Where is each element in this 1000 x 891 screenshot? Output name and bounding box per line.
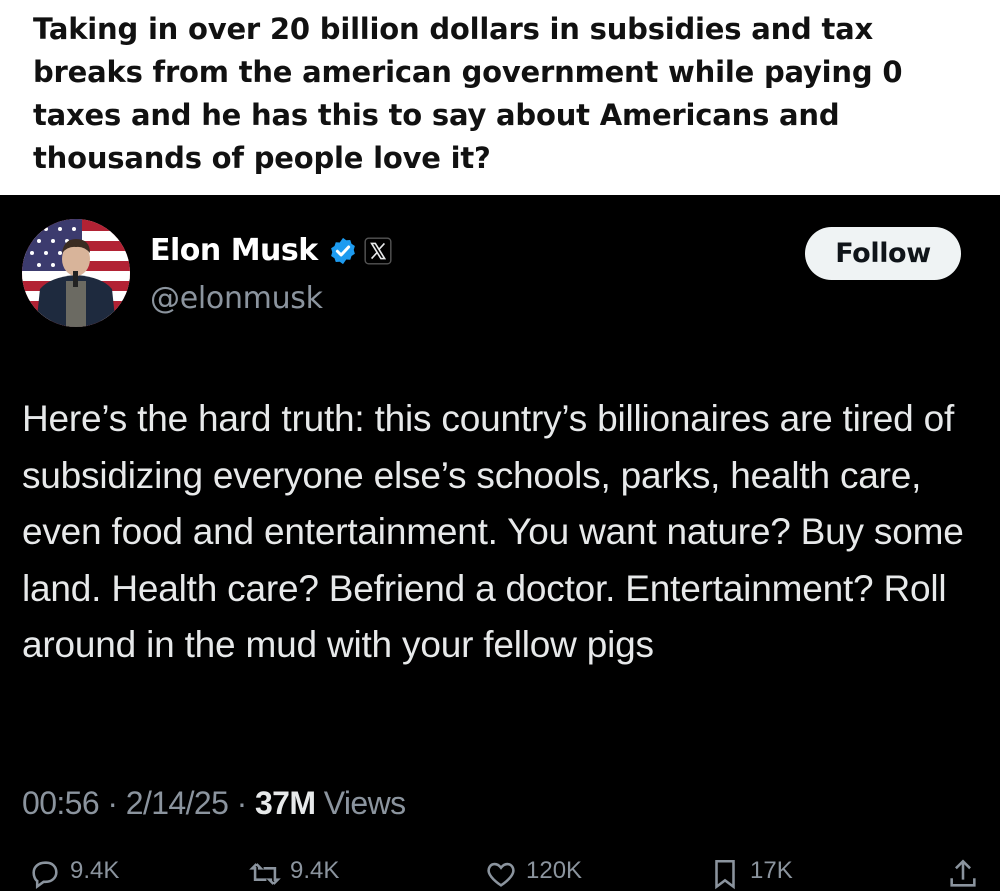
like-count: 120K <box>526 857 583 884</box>
x-logo-icon <box>364 236 392 265</box>
share-button[interactable] <box>946 857 980 891</box>
author-name[interactable]: Elon Musk <box>150 233 318 268</box>
repost-count: 9.4K <box>290 857 340 884</box>
author-handle[interactable]: @elonmusk <box>150 281 323 316</box>
post-caption: Taking in over 20 billion dollars in sub… <box>33 12 903 175</box>
avatar[interactable] <box>22 219 130 327</box>
tweet-actions: 9.4K 9.4K 120K 17K <box>0 857 1000 890</box>
repost-button[interactable]: 9.4K <box>248 857 339 891</box>
views-label: Views <box>323 785 406 821</box>
tweet-date[interactable]: 2/14/25 <box>126 785 229 821</box>
meta-separator: · <box>236 785 248 821</box>
bookmark-button[interactable]: 17K <box>708 857 793 891</box>
like-button[interactable]: 120K <box>484 857 582 891</box>
repost-icon <box>249 863 281 885</box>
verified-badge-icon <box>330 237 355 264</box>
like-icon <box>487 862 515 887</box>
views-count: 37M <box>254 785 316 821</box>
bookmark-count: 17K <box>750 857 793 884</box>
tweet-text: Here’s the hard truth: this country’s bi… <box>22 398 964 665</box>
tweet-meta: 00:56 · 2/14/25 · 37M Views <box>22 785 406 822</box>
reply-count: 9.4K <box>70 857 120 884</box>
author-row: Elon Musk <box>150 233 392 268</box>
bookmark-icon <box>715 859 735 890</box>
meta-separator: · <box>107 785 118 821</box>
reply-button[interactable]: 9.4K <box>28 857 119 891</box>
share-icon <box>950 859 976 887</box>
follow-button[interactable]: Follow <box>805 227 961 280</box>
tweet-time[interactable]: 00:56 <box>22 785 100 821</box>
post-caption-area: Taking in over 20 billion dollars in sub… <box>0 0 1000 195</box>
reply-icon <box>32 861 58 889</box>
tweet-card: Elon Musk @elonmusk Follow Here’s the ha… <box>0 195 1000 890</box>
